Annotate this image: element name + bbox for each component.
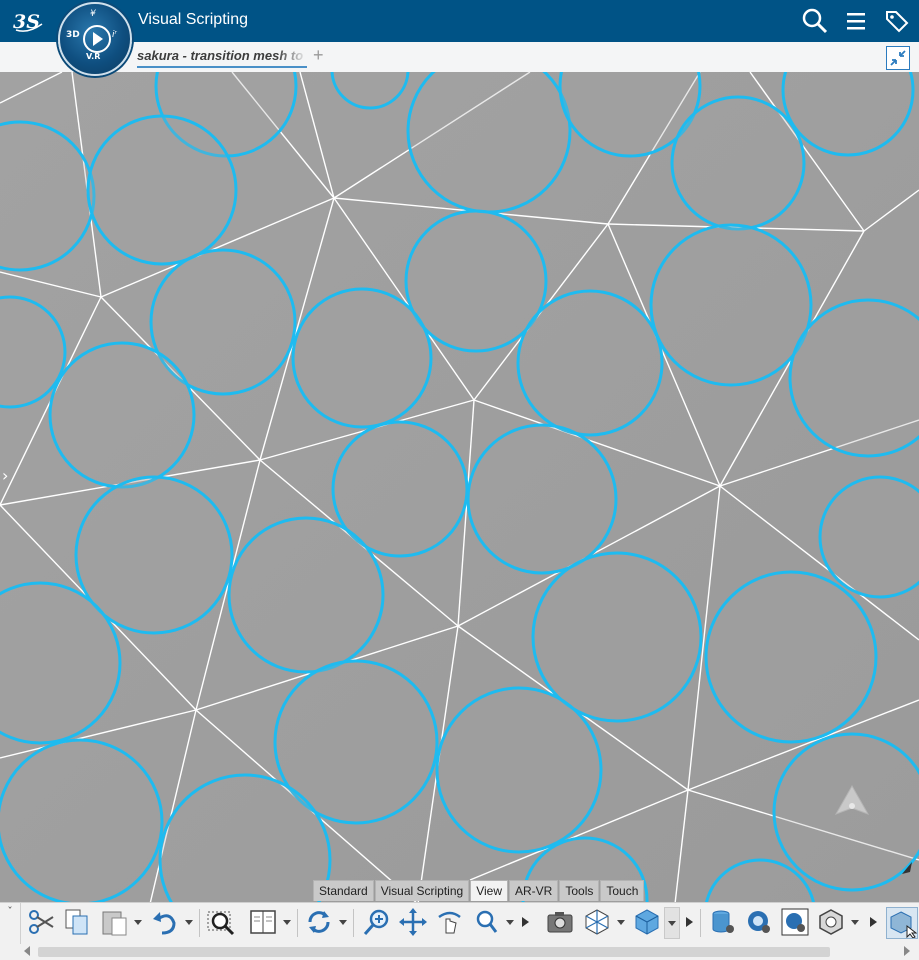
add-tab-button[interactable]: + (313, 45, 324, 66)
more-view-actions-icon[interactable] (682, 907, 696, 937)
copy-icon[interactable] (62, 907, 92, 937)
hexagon-icon[interactable] (816, 907, 846, 937)
tab-view[interactable]: View (470, 880, 508, 901)
top-bar: 3S Visual Scripting (0, 0, 919, 42)
globe-settings-icon[interactable] (780, 907, 810, 937)
reference-dropdown-icon[interactable] (283, 920, 291, 925)
tab-tools[interactable]: Tools (559, 880, 600, 901)
refresh-dropdown-icon[interactable] (339, 920, 347, 925)
pan-icon[interactable] (398, 907, 428, 937)
paste-icon[interactable] (100, 907, 130, 937)
collapse-arrows-icon (890, 50, 906, 66)
mesh-canvas (0, 72, 919, 904)
document-tab[interactable]: sakura - transition mesh to (137, 48, 307, 68)
app-title: Visual Scripting (138, 11, 248, 28)
compass-3d-label[interactable]: 3D (66, 30, 80, 40)
workbench-tabs: Standard Visual Scripting View AR-VR Too… (313, 880, 645, 902)
view-cube-icon[interactable] (582, 907, 612, 937)
scroll-left-icon[interactable] (24, 946, 30, 956)
ds-logo-icon[interactable]: 3S (12, 6, 46, 36)
robot-compass-icon[interactable] (828, 782, 876, 826)
hexagon-dropdown-icon[interactable] (851, 920, 859, 925)
compass-vr-label[interactable]: V.R (86, 52, 100, 61)
capture-camera-icon[interactable] (545, 907, 575, 937)
reference-book-icon[interactable] (248, 907, 278, 937)
cut-icon[interactable] (26, 907, 56, 937)
paste-dropdown-icon[interactable] (134, 920, 142, 925)
solid-box-icon[interactable] (632, 907, 662, 937)
undo-icon[interactable] (150, 907, 180, 937)
zoom-icon[interactable] (472, 907, 502, 937)
action-bar: ˇ (0, 902, 919, 945)
tab-ar-vr[interactable]: AR-VR (509, 880, 559, 901)
circle-outlines (0, 72, 919, 904)
horizontal-scrollbar[interactable] (0, 944, 919, 960)
side-panel-expand-icon[interactable]: › (2, 466, 8, 485)
scroll-thumb[interactable] (38, 947, 830, 957)
more-tools-icon[interactable] (866, 907, 880, 937)
network-settings-icon[interactable] (744, 907, 774, 937)
document-tab-bar: sakura - transition mesh to + (0, 42, 919, 73)
collapse-view-button[interactable] (886, 46, 910, 70)
compass-widget[interactable]: ¥ 3D iʳ V.R (58, 2, 132, 76)
hamburger-menu-icon[interactable] (843, 8, 869, 34)
scroll-right-icon[interactable] (904, 946, 910, 956)
compass-right-label: iʳ (112, 30, 117, 40)
action-bar-collapse-button[interactable]: ˇ (0, 903, 21, 945)
more-actions-icon[interactable] (518, 907, 532, 937)
zoom-in-icon[interactable] (362, 907, 392, 937)
search-icon[interactable] (802, 8, 828, 34)
rotate-icon[interactable] (434, 907, 464, 937)
tag-icon[interactable] (884, 8, 910, 34)
play-icon[interactable] (83, 25, 111, 53)
tab-standard[interactable]: Standard (313, 880, 374, 901)
tab-touch[interactable]: Touch (600, 880, 645, 901)
3d-viewport[interactable]: › (0, 72, 919, 904)
zoom-dropdown-icon[interactable] (506, 920, 514, 925)
database-settings-icon[interactable] (708, 907, 738, 937)
solid-dropdown-button[interactable] (664, 907, 680, 939)
compass-top-label: ¥ (90, 9, 96, 19)
undo-dropdown-icon[interactable] (185, 920, 193, 925)
view-dropdown-icon[interactable] (617, 920, 625, 925)
cube-select-icon[interactable] (886, 907, 918, 939)
zoom-area-icon[interactable] (206, 907, 236, 937)
refresh-cycle-icon[interactable] (304, 907, 334, 937)
tab-visual-scripting[interactable]: Visual Scripting (374, 880, 470, 901)
